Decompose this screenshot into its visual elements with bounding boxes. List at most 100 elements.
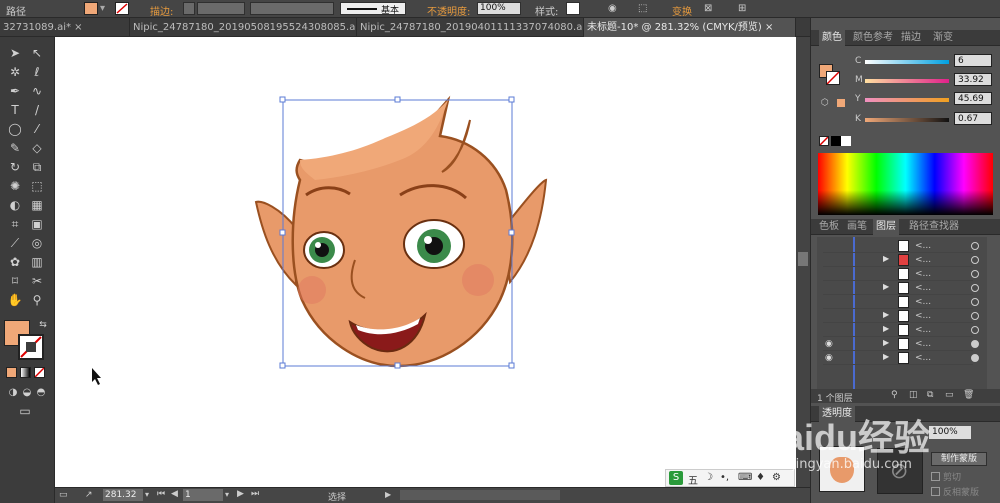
first-artboard-icon[interactable]: ⏮ — [157, 489, 165, 499]
swap-colors-icon[interactable]: ⇆ — [34, 317, 52, 333]
tab-layers[interactable]: 图层 — [873, 219, 899, 235]
yellow-input[interactable]: 45.69 — [954, 92, 992, 105]
tab-stroke[interactable]: 描边 — [901, 30, 921, 46]
arrange-icon[interactable]: ⊞ — [738, 3, 746, 14]
layer-row[interactable]: ▶ <... — [823, 253, 979, 267]
target-icon[interactable] — [971, 298, 979, 306]
layer-row[interactable]: <... — [823, 267, 979, 281]
slice-icon[interactable]: ✂ — [28, 273, 46, 289]
magenta-slider[interactable] — [865, 79, 949, 83]
graphic-style-swatch[interactable] — [566, 2, 580, 15]
free-transform-icon[interactable]: ⬚ — [28, 178, 46, 194]
brush-definition[interactable]: 基本 — [340, 2, 406, 16]
layer-row[interactable]: ▶ <... — [823, 323, 979, 337]
expand-arrow-icon[interactable]: ▶ — [883, 324, 889, 333]
opacity-label[interactable]: 不透明度: — [427, 3, 470, 18]
type-tool-icon[interactable]: T — [6, 102, 24, 118]
paintbrush-icon[interactable]: ⁄ — [28, 121, 46, 137]
handle[interactable] — [279, 96, 286, 103]
expand-arrow-icon[interactable]: ▶ — [883, 254, 889, 263]
skin-icon[interactable]: ♦ — [756, 472, 765, 483]
status-menu-icon[interactable]: ▶ — [385, 490, 391, 499]
stroke-swatch[interactable] — [115, 2, 129, 15]
fill-dropdown-icon[interactable]: ▾ — [100, 3, 105, 14]
tab-color-guide[interactable]: 颜色参考 — [853, 30, 893, 46]
tab-swatches[interactable]: 色板 — [819, 219, 839, 235]
column-graph-icon[interactable]: ▥ — [28, 254, 46, 270]
expand-arrow-icon[interactable]: ▶ — [883, 352, 889, 361]
handle[interactable] — [508, 229, 515, 236]
eraser-icon[interactable]: ◇ — [28, 140, 46, 156]
tab-pathfinder[interactable]: 路径查找器 — [909, 219, 959, 235]
lasso-icon[interactable]: ℓ — [28, 64, 46, 80]
make-clipping-mask-icon[interactable]: ◫ — [909, 390, 918, 400]
clip-checkbox[interactable] — [931, 472, 940, 481]
document-tab[interactable]: Nipic_24787180_20190508195524308085.ai* … — [130, 18, 357, 37]
artboard-input[interactable]: 1 — [183, 489, 223, 501]
blend-icon[interactable]: ◎ — [28, 235, 46, 251]
handle[interactable] — [394, 96, 401, 103]
make-mask-button[interactable]: 制作蒙版 — [931, 452, 987, 466]
last-artboard-icon[interactable]: ⏭ — [251, 489, 259, 499]
zoom-dropdown-icon[interactable]: ▾ — [145, 490, 149, 499]
close-icon[interactable]: × — [765, 22, 773, 33]
symbol-sprayer-icon[interactable]: ✿ — [6, 254, 24, 270]
layer-row[interactable]: ◉ ▶ <... — [823, 337, 979, 351]
handle[interactable] — [394, 362, 401, 369]
layer-row[interactable]: ◉ ▶ <... — [823, 351, 979, 365]
none-mode-button[interactable] — [34, 367, 45, 378]
eye-icon[interactable]: ◉ — [825, 339, 835, 349]
scrollbar-thumb[interactable] — [798, 252, 808, 266]
tab-gradient[interactable]: 渐变 — [933, 30, 953, 46]
curvature-tool-icon[interactable]: ∿ — [28, 83, 46, 99]
gradient-icon[interactable]: ▣ — [28, 216, 46, 232]
document-tab[interactable]: Nipic_24787180_20190401111337074080.ai* … — [357, 18, 584, 37]
expand-arrow-icon[interactable]: ▶ — [883, 338, 889, 347]
settings-icon[interactable]: ⚙ — [772, 472, 781, 483]
ime-mode[interactable]: 五 — [688, 472, 698, 487]
shape-builder-icon[interactable]: ◐ — [6, 197, 24, 213]
target-icon[interactable] — [971, 354, 979, 362]
document-tab-active[interactable]: 未标题-10* @ 281.32% (CMYK/预览) × — [584, 18, 796, 37]
tab-color[interactable]: 颜色 — [819, 30, 845, 46]
opacity-input[interactable]: 100% — [477, 2, 521, 15]
handle[interactable] — [279, 362, 286, 369]
selection-tool-icon[interactable]: ➤ — [6, 45, 24, 61]
object-thumbnail[interactable] — [819, 446, 865, 492]
cyan-input[interactable]: 6 — [954, 54, 992, 67]
mesh-icon[interactable]: ⌗ — [6, 216, 24, 232]
hand-icon[interactable]: ✋ — [6, 292, 24, 308]
target-icon[interactable] — [971, 340, 979, 348]
ellipse-tool-icon[interactable]: ◯ — [6, 121, 24, 137]
color-mode-button[interactable] — [6, 367, 17, 378]
none-swatch[interactable] — [819, 136, 829, 146]
warp-icon[interactable]: ✺ — [6, 178, 24, 194]
previous-artboard-icon[interactable]: ◀ — [171, 489, 178, 499]
layer-row[interactable]: <... — [823, 295, 979, 309]
stroke-weight-stepper[interactable] — [183, 2, 195, 15]
layers-list[interactable]: <... ▶ <... <... ▶ <... <... ▶ <... ▶ <... ◉… — [817, 237, 987, 389]
target-icon[interactable] — [971, 256, 979, 264]
elf-face-artwork[interactable] — [55, 37, 796, 487]
document-icon[interactable]: ▭ — [59, 490, 68, 500]
horizontal-scrollbar[interactable] — [400, 490, 560, 500]
screen-mode-icon[interactable]: ▭ — [14, 403, 36, 419]
direct-selection-icon[interactable]: ↖ — [28, 45, 46, 61]
share-icon[interactable]: ↗ — [85, 490, 93, 500]
transparency-opacity-input[interactable]: 100% — [929, 426, 971, 439]
delete-layer-icon[interactable]: 🗑 — [963, 390, 974, 400]
target-icon[interactable] — [971, 284, 979, 292]
ime-toolbar[interactable]: S 五 ☽ •, ⌨ ♦ ⚙ — [665, 469, 795, 487]
cyan-slider[interactable] — [865, 60, 949, 64]
handle[interactable] — [508, 362, 515, 369]
target-icon[interactable] — [971, 242, 979, 250]
punctuation-icon[interactable]: •, — [720, 472, 729, 483]
zoom-icon[interactable]: ⚲ — [28, 292, 46, 308]
tab-transparency[interactable]: 透明度 — [819, 406, 855, 422]
out-of-gamut-icon[interactable]: ⬡ — [821, 98, 829, 108]
layer-row[interactable]: ▶ <... — [823, 281, 979, 295]
color-stroke-swatch[interactable] — [826, 71, 840, 85]
artboard-canvas[interactable]: S 五 ☽ •, ⌨ ♦ ⚙ — [55, 37, 796, 487]
black-slider[interactable] — [865, 118, 949, 122]
artboard-dropdown-icon[interactable]: ▾ — [225, 490, 229, 499]
